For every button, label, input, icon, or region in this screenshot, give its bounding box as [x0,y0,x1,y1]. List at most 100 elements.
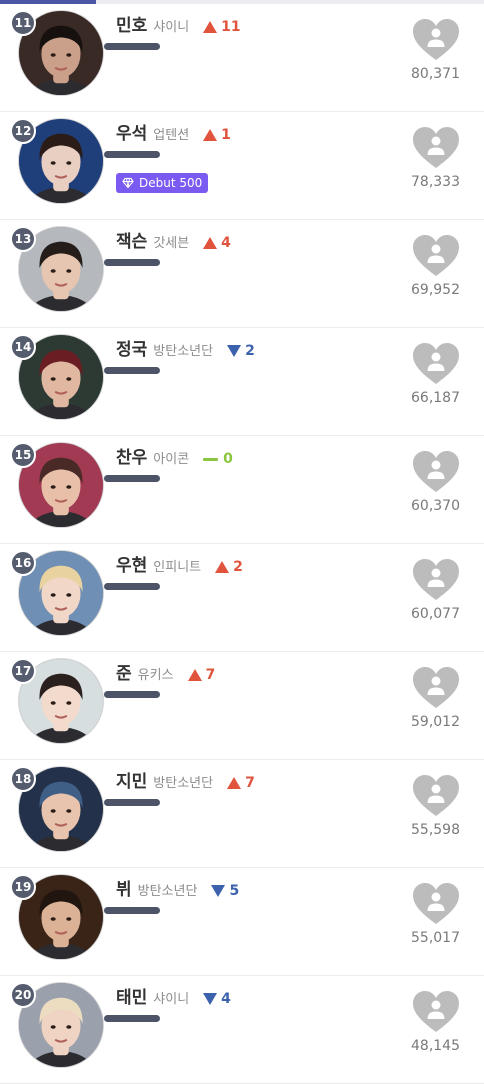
vote-heart-button[interactable] [412,450,460,494]
heart-person-icon [413,775,459,816]
vote-count: 55,598 [411,822,460,838]
heart-person-icon [413,127,459,168]
vote-progress-bar [104,43,160,50]
vote-heart-button[interactable] [412,990,460,1034]
group-name: 인피니트 [153,560,202,575]
ranking-row[interactable]: 15 찬우 아이콘 0 60,370 [0,436,484,544]
artist-name[interactable]: 태민 [116,983,147,1008]
rank-badge: 18 [10,766,36,792]
artist-name[interactable]: 우석 [116,119,147,144]
group-name: 샤이니 [153,20,190,35]
rank-change: 7 [187,667,215,683]
rank-down-icon [227,345,242,357]
ranking-row[interactable]: 12 우석 업텐션 1 Debut 500 78,333 [0,112,484,220]
rank-change-value: 0 [223,451,233,467]
rank-change: 5 [211,883,239,899]
artist-name[interactable]: 찬우 [116,443,147,468]
artist-info: 우현 인피니트 2 [116,551,243,576]
rank-change-value: 7 [245,775,255,791]
rank-badge: 16 [10,550,36,576]
artist-info: 준 유키스 7 [116,659,215,684]
vote-progress-bar [104,259,160,266]
rank-badge: 11 [10,10,36,36]
artist-info: 태민 샤이니 4 [116,983,231,1008]
artist-info: 찬우 아이콘 0 [116,443,233,468]
rank-change: 4 [203,991,231,1007]
vote-heart-button[interactable] [412,774,460,818]
artist-name[interactable]: 민호 [116,11,147,36]
artist-info: 민호 샤이니 11 [116,11,241,36]
rank-down-icon [203,993,218,1005]
vote-count: 69,952 [411,282,460,298]
diamond-icon [122,177,134,189]
ranking-list: 11 민호 샤이니 11 80,371 12 우석 업텐션 1 Debut 500 78,333 13… [0,4,484,1084]
heart-person-icon [413,19,459,60]
rank-change: 11 [203,19,241,35]
group-name: 업텐션 [153,128,190,143]
rank-change: 4 [203,235,231,251]
vote-progress-bar [104,907,160,914]
artist-name[interactable]: 우현 [116,551,147,576]
group-name: 방탄소년단 [153,344,214,359]
ranking-row[interactable]: 17 준 유키스 7 59,012 [0,652,484,760]
rank-up-icon [203,21,218,33]
artist-info: 우석 업텐션 1 [116,119,231,144]
rank-up-icon [215,561,230,573]
heart-person-icon [413,667,459,708]
rank-badge: 20 [10,982,36,1008]
heart-person-icon [413,343,459,384]
rank-change-value: 2 [245,343,255,359]
rank-change-value: 1 [221,127,231,143]
vote-heart-button[interactable] [412,558,460,602]
vote-heart-button[interactable] [412,234,460,278]
rank-change-value: 4 [221,991,231,1007]
rank-up-icon [203,237,218,249]
vote-heart-button[interactable] [412,882,460,926]
heart-person-icon [413,451,459,492]
artist-name[interactable]: 정국 [116,335,147,360]
artist-info: 잭슨 갓세븐 4 [116,227,231,252]
ranking-row[interactable]: 19 뷔 방탄소년단 5 55,017 [0,868,484,976]
vote-count: 60,077 [411,606,460,622]
vote-progress-bar [104,799,160,806]
vote-heart-button[interactable] [412,666,460,710]
ranking-row[interactable]: 18 지민 방탄소년단 7 55,598 [0,760,484,868]
rank-change: 7 [227,775,255,791]
vote-heart-button[interactable] [412,18,460,62]
ranking-row[interactable]: 14 정국 방탄소년단 2 66,187 [0,328,484,436]
group-name: 방탄소년단 [153,776,214,791]
rank-same-icon [203,457,219,461]
rank-up-icon [187,669,202,681]
vote-heart-button[interactable] [412,342,460,386]
group-name: 유키스 [137,668,174,683]
artist-name[interactable]: 잭슨 [116,227,147,252]
rank-badge: 19 [10,874,36,900]
artist-name[interactable]: 뷔 [116,875,132,900]
vote-progress-bar [104,475,160,482]
rank-change-value: 11 [221,19,241,35]
rank-up-icon [227,777,242,789]
rank-badge: 17 [10,658,36,684]
rank-change: 2 [227,343,255,359]
rank-change-value: 2 [233,559,243,575]
rank-badge: 13 [10,226,36,252]
ranking-row[interactable]: 16 우현 인피니트 2 60,077 [0,544,484,652]
artist-info: 지민 방탄소년단 7 [116,767,255,792]
heart-person-icon [413,991,459,1032]
ranking-row[interactable]: 11 민호 샤이니 11 80,371 [0,4,484,112]
ranking-row[interactable]: 20 태민 샤이니 4 48,145 [0,976,484,1084]
vote-heart-button[interactable] [412,126,460,170]
vote-count: 78,333 [411,174,460,190]
group-name: 방탄소년단 [137,884,198,899]
vote-count: 55,017 [411,930,460,946]
artist-name[interactable]: 지민 [116,767,147,792]
artist-info: 뷔 방탄소년단 5 [116,875,239,900]
debut-badge-label: Debut 500 [139,176,203,190]
vote-count: 60,370 [411,498,460,514]
vote-progress-bar [104,151,160,158]
vote-progress-bar [104,583,160,590]
artist-name[interactable]: 준 [116,659,132,684]
vote-progress-bar [104,1015,160,1022]
vote-count: 80,371 [411,66,460,82]
ranking-row[interactable]: 13 잭슨 갓세븐 4 69,952 [0,220,484,328]
